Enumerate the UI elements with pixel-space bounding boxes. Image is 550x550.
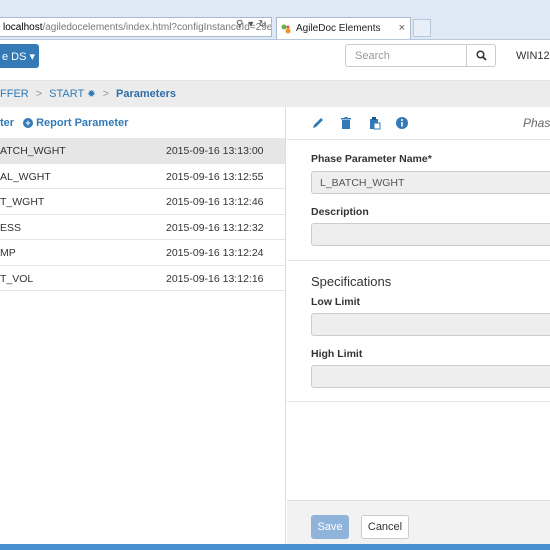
app-header: e DS ▾ Search WIN12F [0,40,550,81]
specifications-heading: Specifications [311,274,392,289]
detail-toolbar: Phas [287,107,550,140]
refresh-icon[interactable]: ↻ [258,19,266,30]
parameter-timestamp: 2015-09-16 13:13:00 [166,145,264,157]
high-limit-field[interactable] [311,365,550,388]
parameter-timestamp: 2015-09-16 13:12:46 [166,196,264,208]
low-limit-field[interactable] [311,313,550,336]
parameter-name: T_VOL [0,272,34,285]
breadcrumb-item[interactable]: START [49,88,84,100]
tab-title: AgileDoc Elements [296,23,381,34]
search-input[interactable]: Search [345,44,467,67]
high-limit-label: High Limit [311,348,363,360]
user-name[interactable]: WIN12F [516,50,550,62]
table-row[interactable]: ATCH_WGHT 2015-09-16 13:13:00 [0,138,285,164]
table-row[interactable]: T_WGHT 2015-09-16 13:12:46 [0,189,285,215]
parameter-name: T_WGHT [0,196,45,208]
new-tab-button[interactable] [413,19,431,37]
parameter-timestamp: 2015-09-16 13:12:16 [166,272,264,285]
list-toolbar: ter + Report Parameter [0,107,285,138]
search-icon [475,50,487,61]
parameter-timestamp: 2015-09-16 13:12:24 [166,247,264,259]
parameter-timestamp: 2015-09-16 13:12:32 [166,221,264,234]
add-parameter-link[interactable]: ter [0,117,14,129]
search-button[interactable] [466,44,496,67]
parameter-timestamp: 2015-09-16 13:12:55 [166,170,264,183]
gear-icon: ✹ [87,88,96,100]
parameter-detail-pane: Phas Phase Parameter Name* L_BATCH_WGHT … [287,107,550,550]
parameter-name: AL_WGHT [0,170,51,183]
parameter-list-pane: ter + Report Parameter ATCH_WGHT 2015-09… [0,107,286,550]
chevron-down-icon[interactable]: ▾ [248,19,253,30]
field-label-text: Phase Parameter Name [311,153,428,165]
divider [287,260,550,261]
table-row[interactable]: AL_WGHT 2015-09-16 13:12:55 [0,164,285,189]
table-row[interactable]: ESS 2015-09-16 13:12:32 [0,215,285,240]
parameter-name: MP [0,247,16,259]
description-field[interactable] [311,223,550,246]
phase-parameter-name-field[interactable]: L_BATCH_WGHT [311,171,550,194]
address-bar-icons: ⚲ ▾ ↻ [236,19,267,30]
parameter-name: ATCH_WGHT [0,145,66,157]
parameter-name: ESS [0,221,22,234]
browser-tab[interactable]: AgileDoc Elements × [276,17,411,39]
search-icon[interactable]: ⚲ [236,19,243,30]
breadcrumb-separator: > [35,88,43,100]
save-button[interactable]: Save [311,515,349,539]
breadcrumb: FFER > START ✹ > Parameters [0,81,550,107]
phase-parameter-name-label: Phase Parameter Name* [311,153,432,165]
breadcrumb-separator: > [102,88,110,100]
datasource-dropdown-button[interactable]: e DS ▾ [0,44,39,68]
url-host: localhost [3,21,43,33]
panel-title: Phas [523,116,550,130]
info-icon[interactable] [395,116,409,130]
table-row[interactable]: MP 2015-09-16 13:12:24 [0,240,285,266]
window-bottom-border [0,544,550,550]
browser-chrome: localhost/agiledocelements/index.html?co… [0,0,550,40]
paste-icon[interactable] [367,116,381,130]
divider [287,401,550,402]
address-bar[interactable]: localhost/agiledocelements/index.html?co… [0,17,272,37]
table-row[interactable]: T_VOL 2015-09-16 13:12:16 [0,266,285,291]
low-limit-label: Low Limit [311,296,360,308]
form-footer: Save Cancel [287,500,550,550]
description-label: Description [311,206,369,218]
plus-circle-icon[interactable]: + [23,117,34,128]
required-asterisk: * [427,153,432,165]
edit-pencil-icon[interactable] [311,116,325,130]
cancel-button[interactable]: Cancel [361,515,409,539]
close-tab-icon[interactable]: × [399,22,405,34]
app-logo-icon [281,24,291,34]
breadcrumb-current: Parameters [116,88,176,100]
report-parameter-link[interactable]: Report Parameter [36,117,128,129]
breadcrumb-item[interactable]: FFER [0,88,29,100]
trash-icon[interactable] [339,116,353,130]
